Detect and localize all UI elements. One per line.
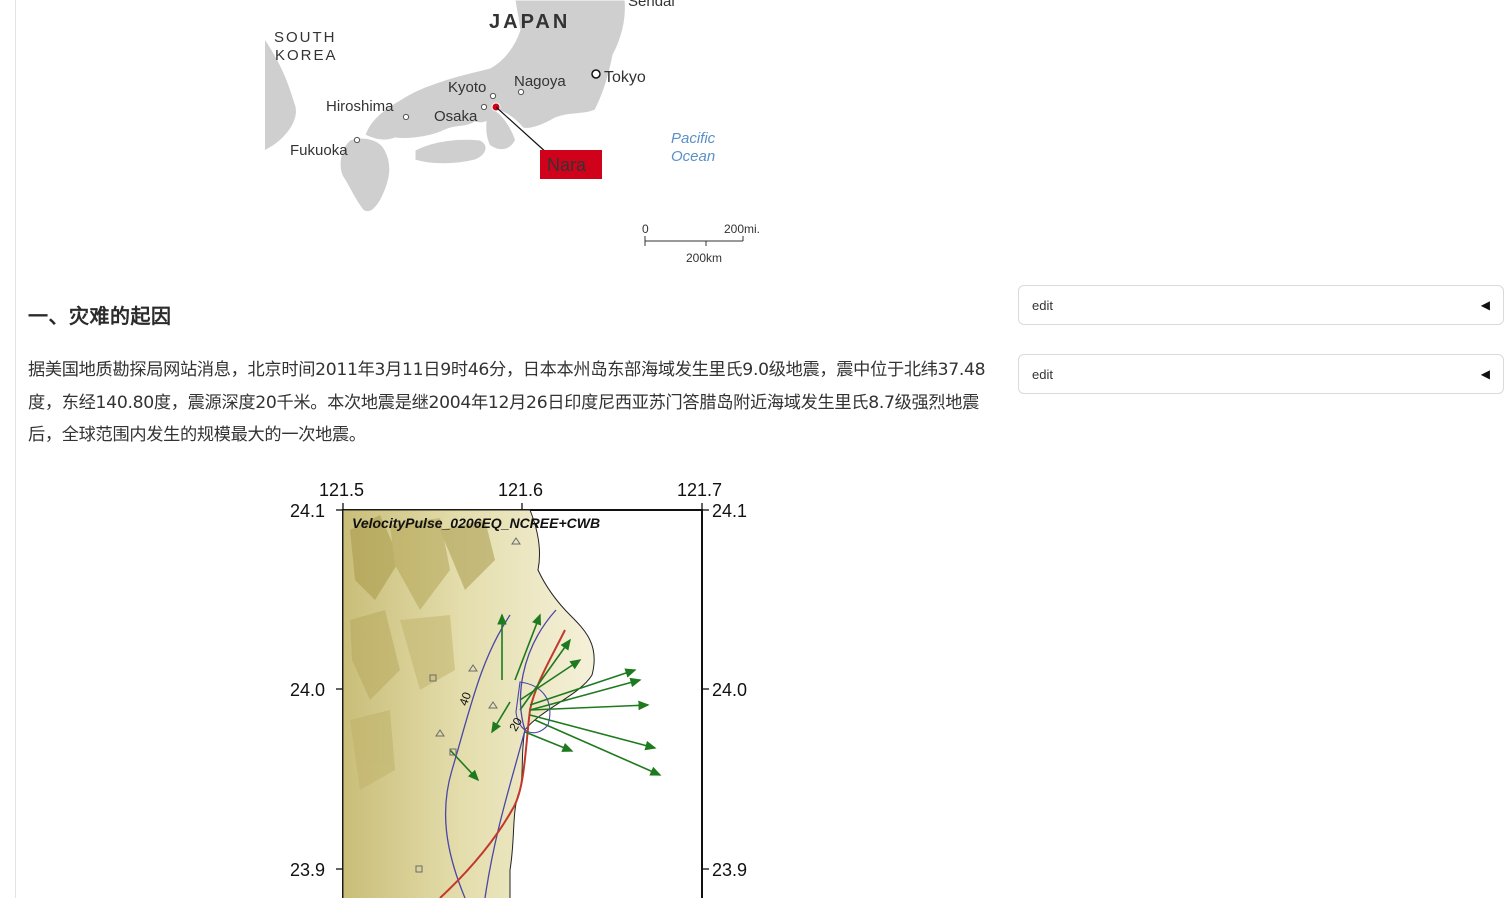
edit-dropdown-paragraph[interactable]: edit ◀: [1018, 354, 1504, 394]
y-tick-left-24-0: 24.0: [290, 680, 325, 700]
tokyo-marker: [591, 69, 601, 79]
section-heading: 一、灾难的起因: [28, 304, 172, 328]
scale-bar: 0 200mi. 200km: [642, 222, 760, 265]
city-label-tokyo: Tokyo: [604, 69, 646, 86]
edit-label: edit: [1032, 297, 1053, 313]
ocean-label-line2: Ocean: [671, 148, 715, 165]
velocity-pulse-map-image: 40 20 VelocityPulse_0206EQ_NCREE+CWB 121…: [280, 470, 770, 898]
city-label-sendai: Sendai: [628, 0, 675, 10]
shikoku-landmass: [414, 138, 487, 165]
section-paragraph: 据美国地质勘探局网站消息，北京时间2011年3月11日9时46分，日本本州岛东部…: [28, 360, 986, 445]
hiroshima-marker: [402, 113, 410, 121]
x-tick-121-7: 121.7: [677, 480, 722, 500]
scale-zero-label: 0: [642, 222, 649, 236]
japan-map-image: JAPAN SOUTH KOREA Sendai Tokyo Nagoya Ky…: [265, 0, 765, 268]
scale-miles-label: 200mi.: [724, 222, 760, 236]
y-tick-left-24-1: 24.1: [290, 501, 325, 521]
korea-label: KOREA: [275, 47, 338, 64]
scale-km-label: 200km: [686, 251, 722, 265]
quake-map-title: VelocityPulse_0206EQ_NCREE+CWB: [352, 515, 600, 531]
fukuoka-marker: [353, 136, 361, 144]
y-tick-right-23-9: 23.9: [712, 860, 747, 880]
y-tick-right-24-0: 24.0: [712, 680, 747, 700]
x-tick-121-5: 121.5: [319, 480, 364, 500]
ocean-label-line1: Pacific: [671, 130, 716, 147]
content-left-border: [15, 0, 16, 898]
edit-label: edit: [1032, 366, 1053, 382]
nara-callout-label: Nara: [547, 155, 587, 175]
osaka-marker: [480, 103, 488, 111]
y-tick-right-24-1: 24.1: [712, 501, 747, 521]
city-label-kyoto: Kyoto: [448, 79, 486, 96]
south-label: SOUTH: [274, 29, 337, 46]
x-tick-121-6: 121.6: [498, 480, 543, 500]
city-label-osaka: Osaka: [434, 108, 478, 125]
triangle-left-icon: ◀: [1480, 298, 1490, 312]
nagoya-marker: [517, 88, 525, 96]
triangle-left-icon: ◀: [1480, 367, 1490, 381]
kyoto-marker: [489, 92, 497, 100]
edit-dropdown-heading[interactable]: edit ◀: [1018, 285, 1504, 325]
japan-label: JAPAN: [489, 11, 570, 33]
y-tick-left-23-9: 23.9: [290, 860, 325, 880]
kyushu-landmass: [339, 137, 391, 213]
city-label-hiroshima: Hiroshima: [326, 98, 394, 115]
city-label-fukuoka: Fukuoka: [290, 142, 348, 159]
city-label-nagoya: Nagoya: [514, 73, 566, 90]
